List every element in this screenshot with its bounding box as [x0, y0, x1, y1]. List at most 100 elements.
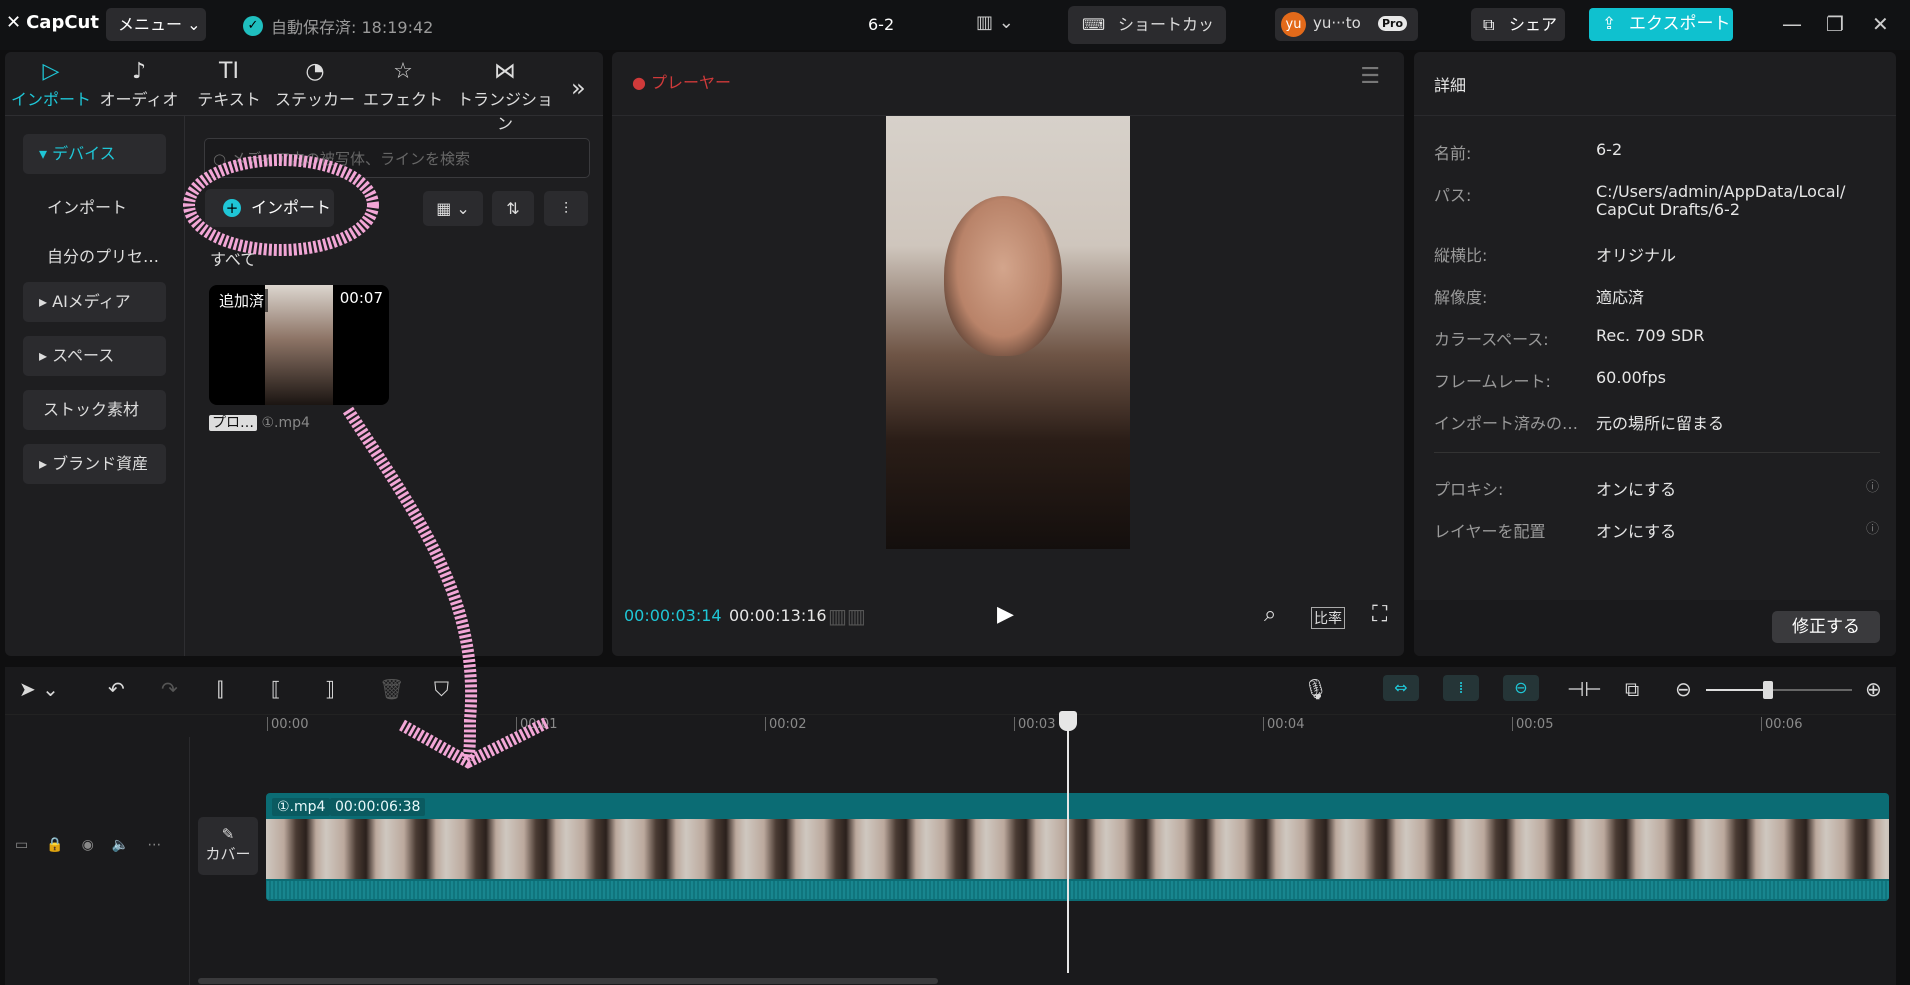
- total-timecode: 00:00:13:16: [729, 606, 827, 625]
- restore-icon[interactable]: ❐: [1826, 12, 1844, 36]
- sort-button[interactable]: ⇅: [492, 191, 534, 226]
- select-tool-icon[interactable]: ➤ ⌄: [19, 677, 59, 701]
- media-thumbnail[interactable]: 追加済 00:07: [209, 285, 389, 405]
- help-icon[interactable]: ⓘ: [1866, 476, 1879, 495]
- zoom-fit-icon[interactable]: ⌕: [1264, 602, 1276, 627]
- detail-value: 60.00fps: [1596, 368, 1666, 387]
- export-button[interactable]: ⇪ エクスポート: [1589, 8, 1733, 41]
- tab-text[interactable]: TI テキスト: [187, 58, 271, 110]
- filter-icon: ⫶: [563, 199, 568, 218]
- detail-label: カラースペース:: [1434, 330, 1549, 349]
- track-controls: ▭ 🔒 ◉ 🔈 ⋯: [15, 837, 161, 853]
- play-icon[interactable]: ▶: [997, 602, 1014, 627]
- fix-button[interactable]: 修正する: [1772, 611, 1880, 643]
- transition-icon: ⋈: [494, 59, 516, 84]
- waveform-icon[interactable]: ▥▥: [828, 604, 866, 628]
- search-icon: ○: [213, 150, 227, 168]
- detail-value: 6-2: [1596, 140, 1623, 159]
- sidebar-item-device[interactable]: ▾ デバイス: [23, 134, 166, 174]
- ruler-tick: 00:04: [1263, 717, 1304, 732]
- lock-icon[interactable]: 🔒: [46, 837, 63, 853]
- snap-icon[interactable]: ⁞: [1443, 675, 1479, 701]
- minimize-icon[interactable]: —: [1782, 12, 1802, 36]
- split-right-icon[interactable]: ⟧: [325, 677, 335, 701]
- zoom-out-icon[interactable]: ⊖: [1675, 677, 1692, 701]
- split-left-icon[interactable]: ⟦: [271, 677, 281, 701]
- help-icon[interactable]: ⓘ: [1866, 518, 1879, 537]
- volume-icon[interactable]: 🔈: [112, 837, 129, 853]
- menu-icon[interactable]: ☰: [1360, 64, 1380, 89]
- divider: [5, 115, 603, 116]
- tab-effect[interactable]: ☆ エフェクト: [361, 58, 445, 110]
- ratio-button[interactable]: 比率: [1311, 607, 1345, 629]
- proxy-value[interactable]: オンにする: [1596, 476, 1676, 500]
- detail-value: オリジナル: [1596, 246, 1677, 265]
- close-icon[interactable]: ✕: [1872, 12, 1889, 36]
- share-icon: ⧉: [1483, 15, 1495, 34]
- filter-button[interactable]: ⫶: [544, 191, 588, 226]
- eye-icon[interactable]: ◉: [82, 837, 94, 853]
- sidebar-item-space[interactable]: ▸ スペース: [23, 336, 166, 376]
- sidebar-item-import[interactable]: インポート: [47, 194, 127, 218]
- title-bar: ✕ CapCut メニュー ⌄ ✓ 自動保存済: 18:19:42 6-2 ▥ …: [0, 0, 1910, 72]
- layer-value[interactable]: オンにする: [1596, 518, 1676, 542]
- check-icon: ✓: [243, 16, 263, 36]
- divider: [184, 115, 185, 656]
- microphone-icon[interactable]: 🎙: [1303, 677, 1328, 701]
- import-button[interactable]: + インポート: [205, 189, 334, 227]
- layout-icon[interactable]: ▥ ⌄: [976, 12, 1014, 33]
- split-icon[interactable]: ⫿: [217, 677, 223, 701]
- cover-button[interactable]: ✎ カバー: [198, 817, 258, 875]
- sidebar-item-stock[interactable]: ストック素材: [23, 390, 166, 430]
- user-account[interactable]: yu yu···to Pro: [1275, 8, 1418, 41]
- media-filename: プロ… ①.mp4: [209, 412, 310, 432]
- audio-waveform: [266, 881, 1889, 899]
- playhead[interactable]: [1067, 711, 1069, 973]
- detail-label: 名前:: [1434, 144, 1472, 163]
- audio-icon: ♪: [131, 59, 147, 84]
- tab-import[interactable]: ▷ インポート: [9, 58, 93, 110]
- link-icon[interactable]: ⇔: [1383, 675, 1419, 701]
- preview-icon[interactable]: ⧉: [1625, 677, 1639, 701]
- tab-sticker[interactable]: ◔ ステッカー: [273, 58, 357, 110]
- autosave-status: ✓ 自動保存済: 18:19:42: [243, 14, 433, 38]
- ruler-tick: 00:05: [1512, 717, 1553, 732]
- delete-icon[interactable]: 🗑: [379, 677, 404, 701]
- detail-label: 縦横比:: [1434, 246, 1488, 265]
- chain-icon[interactable]: ⊖: [1503, 675, 1539, 701]
- menu-button[interactable]: メニュー ⌄: [106, 8, 206, 41]
- more-tabs-icon[interactable]: »: [571, 74, 586, 102]
- split-view-icon[interactable]: ⊣⊢: [1567, 677, 1602, 701]
- user-name: yu···to: [1313, 14, 1361, 32]
- playhead-handle[interactable]: [1059, 711, 1077, 731]
- horizontal-scrollbar[interactable]: [198, 978, 938, 984]
- sidebar-item-brand[interactable]: ▸ ブランド資産: [23, 444, 166, 484]
- video-preview[interactable]: [886, 116, 1130, 549]
- ruler-tick: 00:02: [765, 717, 806, 732]
- zoom-slider-handle[interactable]: [1763, 681, 1773, 699]
- redo-icon[interactable]: ↷: [161, 677, 178, 701]
- tab-audio[interactable]: ♪ オーディオ: [97, 58, 181, 110]
- shortcut-button[interactable]: ⌨ ショートカット: [1068, 6, 1226, 72]
- marker-icon[interactable]: ⛉: [434, 677, 449, 701]
- fullscreen-icon[interactable]: ⛶: [1372, 602, 1387, 627]
- share-button[interactable]: ⧉ シェア: [1471, 8, 1565, 41]
- sidebar-item-ai-media[interactable]: ▸ AIメディア: [23, 282, 166, 322]
- search-input[interactable]: ○ メディア内の被写体、ラインを検索: [204, 138, 590, 178]
- more-icon[interactable]: ⋯: [147, 837, 161, 853]
- timeline: ➤ ⌄ ↶ ↷ ⫿ ⟦ ⟧ 🗑 ⛉ 🎙 ⇔ ⁞ ⊖ ⊣⊢ ⧉ ⊖ ⊕ 00:00…: [5, 667, 1896, 985]
- zoom-in-icon[interactable]: ⊕: [1865, 677, 1882, 701]
- sidebar-item-presets[interactable]: 自分のプリセ…: [47, 243, 159, 267]
- detail-value: Rec. 709 SDR: [1596, 326, 1705, 345]
- tab-transition[interactable]: ⋈ トランジション: [452, 58, 558, 134]
- media-panel: ▷ インポート ♪ オーディオ TI テキスト ◔ ステッカー ☆ エフェクト ⋈ トランジ…: [5, 52, 603, 656]
- effect-icon: ☆: [393, 59, 413, 84]
- view-toggle-button[interactable]: ▦ ⌄: [423, 191, 483, 226]
- proxy-label: プロキシ:: [1434, 480, 1504, 499]
- divider: [1414, 115, 1896, 116]
- undo-icon[interactable]: ↶: [108, 677, 125, 701]
- clip-frames: [266, 819, 1889, 879]
- track-video-icon[interactable]: ▭: [15, 837, 28, 853]
- ruler-tick: 00:06: [1761, 717, 1802, 732]
- video-clip[interactable]: ①.mp4 00:00:06:38: [266, 793, 1889, 901]
